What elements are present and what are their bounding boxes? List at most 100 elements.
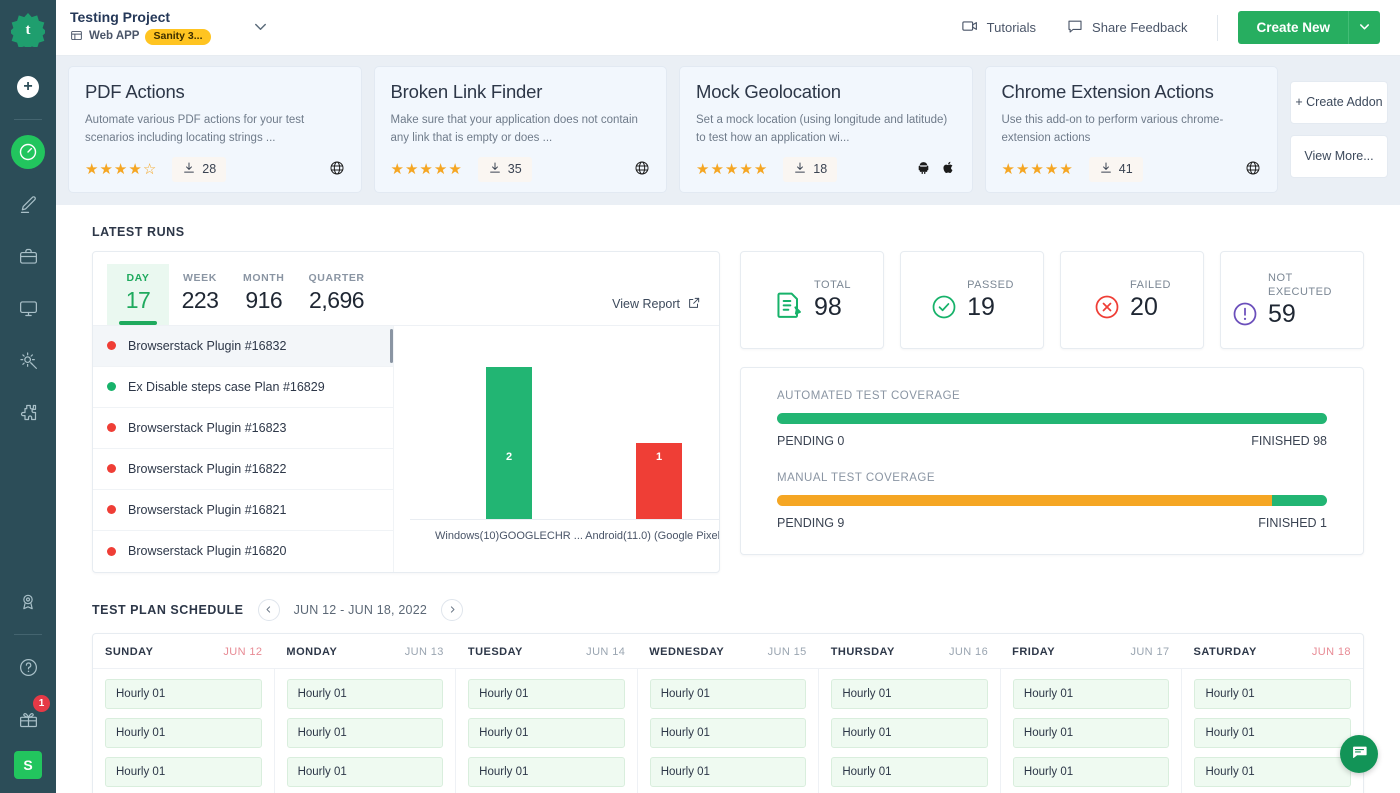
stat-card[interactable]: NOT EXECUTED59	[1220, 251, 1364, 349]
calendar-event[interactable]: Hourly 01	[831, 718, 988, 748]
list-item[interactable]: Browserstack Plugin #16822	[93, 449, 393, 490]
chart-bar[interactable]: 1	[636, 443, 682, 519]
sidebar-item-authoring[interactable]	[8, 184, 48, 224]
top-header: Testing Project Web APP Sanity 3...	[56, 0, 1400, 56]
addon-description: Use this add-on to perform various chrom…	[1002, 112, 1262, 148]
apple-icon	[941, 160, 956, 178]
share-feedback-button[interactable]: Share Feedback	[1066, 17, 1187, 38]
calendar-day-name: FRIDAY	[1012, 646, 1055, 658]
run-status-dot	[107, 464, 116, 473]
latest-runs-body: Browserstack Plugin #16832Ex Disable ste…	[93, 325, 719, 572]
coverage-pending-label: PENDING 9	[777, 516, 844, 530]
calendar-event[interactable]: Hourly 01	[650, 679, 807, 709]
project-selector[interactable]: Testing Project Web APP Sanity 3...	[70, 9, 270, 45]
list-item[interactable]: Browserstack Plugin #16832	[93, 326, 393, 367]
sidebar-item-integrations[interactable]	[8, 392, 48, 432]
stat-card[interactable]: FAILED20	[1060, 251, 1204, 349]
calendar-event[interactable]: Hourly 01	[287, 757, 444, 787]
sidebar-item-dashboard[interactable]	[8, 132, 48, 172]
view-report-button[interactable]: View Report	[612, 264, 701, 313]
calendar-event[interactable]: Hourly 01	[468, 757, 625, 787]
tab-value: 223	[181, 287, 219, 314]
addon-title: Mock Geolocation	[696, 81, 956, 103]
coverage-label: AUTOMATED TEST COVERAGE	[777, 390, 1327, 402]
star-empty-icon: ☆	[143, 162, 156, 177]
chat-bubble-icon	[1066, 17, 1084, 38]
calendar-event[interactable]: Hourly 01	[105, 718, 262, 748]
addon-card[interactable]: Mock GeolocationSet a mock location (usi…	[679, 66, 973, 193]
addon-card[interactable]: Chrome Extension ActionsUse this add-on …	[985, 66, 1279, 193]
calendar-header-row: SUNDAYJUN 12MONDAYJUN 13TUESDAYJUN 14WED…	[93, 634, 1363, 669]
addon-card[interactable]: PDF ActionsAutomate various PDF actions …	[68, 66, 362, 193]
calendar-event[interactable]: Hourly 01	[1194, 757, 1351, 787]
prev-week-button[interactable]	[258, 599, 280, 621]
view-more-addons-button[interactable]: View More...	[1290, 135, 1388, 178]
addon-downloads-count: 18	[813, 162, 827, 176]
create-new-button[interactable]: Create New	[1238, 11, 1348, 44]
calendar-event[interactable]: Hourly 01	[468, 679, 625, 709]
chart-bar[interactable]: 2	[486, 367, 532, 519]
calendar-event[interactable]: Hourly 01	[105, 757, 262, 787]
star-filled-icon: ★	[739, 162, 752, 177]
addon-description: Automate various PDF actions for your te…	[85, 112, 345, 148]
app-logo[interactable]: t	[11, 13, 45, 47]
calendar-event[interactable]: Hourly 01	[105, 679, 262, 709]
create-addon-button[interactable]: + Create Addon	[1290, 81, 1388, 124]
calendar-event[interactable]: Hourly 01	[831, 679, 988, 709]
addon-footer: ★★★★★35	[391, 157, 651, 182]
sidebar-item-settings[interactable]	[8, 340, 48, 380]
stat-label: NOT EXECUTED	[1268, 272, 1353, 300]
addon-platforms	[329, 160, 345, 179]
calendar-event[interactable]: Hourly 01	[468, 718, 625, 748]
check-circle-icon	[930, 293, 958, 321]
sidebar-item-projects[interactable]	[8, 236, 48, 276]
tab-quarter[interactable]: QUARTER2,696	[297, 264, 377, 325]
star-filled-icon: ★	[696, 162, 709, 177]
calendar-event[interactable]: Hourly 01	[1013, 718, 1170, 748]
calendar-event[interactable]: Hourly 01	[1013, 757, 1170, 787]
calendar-day-header: SATURDAYJUN 18	[1182, 634, 1363, 668]
avatar[interactable]: S	[14, 751, 42, 779]
tab-day[interactable]: DAY17	[107, 264, 169, 325]
download-icon	[488, 161, 502, 178]
addons-strip: PDF ActionsAutomate various PDF actions …	[56, 56, 1400, 205]
run-name: Browserstack Plugin #16822	[128, 462, 286, 476]
calendar-event[interactable]: Hourly 01	[1194, 718, 1351, 748]
support-chat-button[interactable]	[1340, 735, 1378, 773]
list-item[interactable]: Browserstack Plugin #16820	[93, 531, 393, 572]
calendar-event[interactable]: Hourly 01	[287, 718, 444, 748]
calendar-event[interactable]: Hourly 01	[1194, 679, 1351, 709]
sidebar-item-add[interactable]: +	[8, 67, 48, 107]
calendar-event[interactable]: Hourly 01	[1013, 679, 1170, 709]
list-item[interactable]: Browserstack Plugin #16821	[93, 490, 393, 531]
star-filled-icon: ★	[419, 162, 432, 177]
tab-month[interactable]: MONTH916	[231, 264, 297, 325]
view-report-label: View Report	[612, 297, 680, 311]
list-item[interactable]: Ex Disable steps case Plan #16829	[93, 367, 393, 408]
chevron-down-icon[interactable]	[251, 17, 270, 39]
coverage-finished-label: FINISHED 98	[1251, 434, 1327, 448]
addon-card[interactable]: Broken Link FinderMake sure that your ap…	[374, 66, 668, 193]
addon-rating: ★★★★★	[391, 162, 462, 177]
stat-card-inner: PASSED19	[930, 279, 1014, 321]
stat-card[interactable]: PASSED19	[900, 251, 1044, 349]
plus-icon: +	[17, 76, 39, 98]
sidebar-item-awards[interactable]	[8, 582, 48, 622]
calendar-event[interactable]: Hourly 01	[650, 718, 807, 748]
create-new-dropdown-button[interactable]	[1348, 11, 1380, 44]
calendar-event[interactable]: Hourly 01	[831, 757, 988, 787]
sidebar-item-help[interactable]	[8, 647, 48, 687]
sidebar-item-executions[interactable]	[8, 288, 48, 328]
calendar-event[interactable]: Hourly 01	[650, 757, 807, 787]
run-status-dot	[107, 382, 116, 391]
tutorials-button[interactable]: Tutorials	[961, 17, 1036, 38]
next-week-button[interactable]	[441, 599, 463, 621]
list-item[interactable]: Browserstack Plugin #16823	[93, 408, 393, 449]
tab-week[interactable]: WEEK223	[169, 264, 231, 325]
addon-downloads: 41	[1089, 157, 1143, 182]
calendar-event[interactable]: Hourly 01	[287, 679, 444, 709]
stat-card[interactable]: TOTAL98	[740, 251, 884, 349]
sidebar-item-gifts[interactable]: 1	[8, 699, 48, 739]
calendar-day-column: Hourly 01 Hourly 01 Hourly 01	[275, 669, 457, 793]
chevron-down-icon	[1357, 19, 1372, 37]
